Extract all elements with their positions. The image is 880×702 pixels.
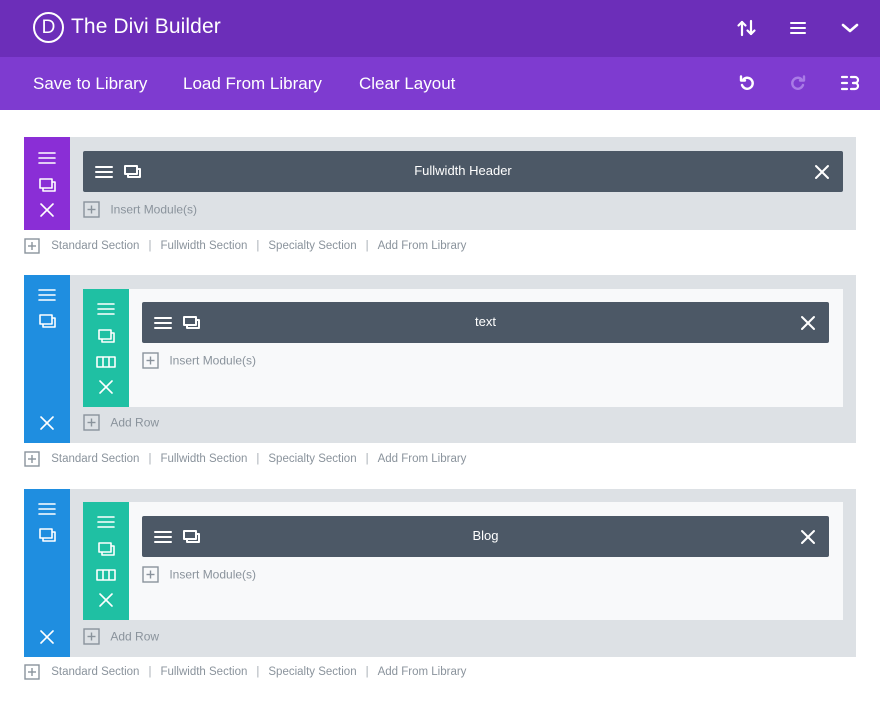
add-row-button[interactable]: Add Row [83, 414, 159, 431]
row-delete-icon[interactable] [94, 375, 118, 399]
clear-layout-button[interactable]: Clear Layout [359, 74, 455, 94]
app-title: The Divi Builder [71, 15, 221, 38]
fullwidth-section-link[interactable]: Fullwidth Section [160, 453, 247, 465]
row: text Insert Module(s) [83, 289, 843, 407]
section-duplicate-icon[interactable] [35, 173, 59, 197]
row-columns-icon[interactable] [94, 350, 118, 374]
section-move-icon[interactable] [35, 146, 59, 170]
plus-icon [24, 238, 40, 254]
add-row-label: Add Row [110, 629, 160, 644]
plus-icon [83, 414, 100, 431]
module-fullwidth-header[interactable]: Fullwidth Header [83, 151, 843, 192]
row-duplicate-icon[interactable] [94, 537, 118, 561]
plus-icon [83, 628, 100, 645]
row-duplicate-icon[interactable] [94, 324, 118, 348]
add-section-links: Standard Section | Fullwidth Section | Speci… [24, 238, 466, 256]
plus-icon [24, 451, 40, 467]
redo-icon[interactable] [786, 71, 810, 95]
insert-module-label: Insert Module(s) [169, 567, 257, 582]
plus-icon [142, 352, 159, 369]
transfer-arrows-icon[interactable] [735, 16, 759, 40]
row-columns-icon[interactable] [94, 563, 118, 587]
insert-module-button[interactable]: Insert Module(s) [83, 201, 197, 218]
plus-icon [24, 664, 40, 680]
insert-module-button[interactable]: Insert Module(s) [142, 352, 256, 369]
add-from-library-link[interactable]: Add From Library [378, 240, 467, 252]
add-section-links: Standard Section | Fullwidth Section | Speci… [24, 664, 466, 682]
module-title: Blog [472, 528, 499, 543]
fullwidth-section-link[interactable]: Fullwidth Section [160, 666, 247, 678]
chevron-down-icon[interactable] [838, 16, 862, 40]
row-controls [83, 289, 129, 407]
insert-module-label: Insert Module(s) [169, 353, 257, 368]
fullwidth-section: Fullwidth Header Insert Module(s) [24, 137, 856, 230]
insert-module-button[interactable]: Insert Module(s) [142, 566, 256, 583]
section-delete-icon[interactable] [35, 625, 59, 649]
module-delete-icon[interactable] [811, 161, 833, 183]
divi-logo: D [33, 12, 64, 43]
module-delete-icon[interactable] [797, 526, 819, 548]
module-title: Fullwidth Header [414, 163, 512, 178]
row: Blog Insert Module(s) [83, 502, 843, 620]
specialty-section-link[interactable]: Specialty Section [268, 453, 356, 465]
row-move-icon[interactable] [94, 510, 118, 534]
section-move-icon[interactable] [35, 283, 59, 307]
section-controls [24, 489, 70, 657]
insert-module-label: Insert Module(s) [110, 202, 198, 217]
module-blog[interactable]: Blog [142, 516, 829, 557]
standard-section-link[interactable]: Standard Section [51, 666, 139, 678]
row-move-icon[interactable] [94, 297, 118, 321]
section-controls [24, 137, 70, 230]
section-move-icon[interactable] [35, 497, 59, 521]
section-delete-icon[interactable] [35, 198, 59, 222]
standard-section-link[interactable]: Standard Section [51, 240, 139, 252]
divi-builder: D The Divi Builder Save to Library Load … [0, 0, 880, 702]
history-icon[interactable] [838, 71, 862, 95]
section-controls [24, 275, 70, 443]
module-title: text [475, 314, 496, 329]
add-section-links: Standard Section | Fullwidth Section | Speci… [24, 451, 466, 469]
section-duplicate-icon[interactable] [35, 523, 59, 547]
add-from-library-link[interactable]: Add From Library [378, 666, 467, 678]
module-text[interactable]: text [142, 302, 829, 343]
builder-toolbar: Save to Library Load From Library Clear … [0, 57, 880, 110]
add-from-library-link[interactable]: Add From Library [378, 453, 467, 465]
builder-header: D The Divi Builder [0, 0, 880, 57]
plus-icon [142, 566, 159, 583]
row-delete-icon[interactable] [94, 588, 118, 612]
load-from-library-button[interactable]: Load From Library [183, 74, 322, 94]
specialty-section-link[interactable]: Specialty Section [268, 666, 356, 678]
add-row-button[interactable]: Add Row [83, 628, 159, 645]
standard-section-link[interactable]: Standard Section [51, 453, 139, 465]
row-controls [83, 502, 129, 620]
menu-icon[interactable] [786, 16, 810, 40]
fullwidth-section-link[interactable]: Fullwidth Section [160, 240, 247, 252]
save-to-library-button[interactable]: Save to Library [33, 74, 147, 94]
plus-icon [83, 201, 100, 218]
section-delete-icon[interactable] [35, 411, 59, 435]
standard-section: text Insert Module(s) Add Row [24, 275, 856, 443]
undo-icon[interactable] [735, 71, 759, 95]
module-delete-icon[interactable] [797, 312, 819, 334]
section-duplicate-icon[interactable] [35, 309, 59, 333]
specialty-section-link[interactable]: Specialty Section [268, 240, 356, 252]
add-row-label: Add Row [110, 415, 160, 430]
standard-section: Blog Insert Module(s) Add Row [24, 489, 856, 657]
